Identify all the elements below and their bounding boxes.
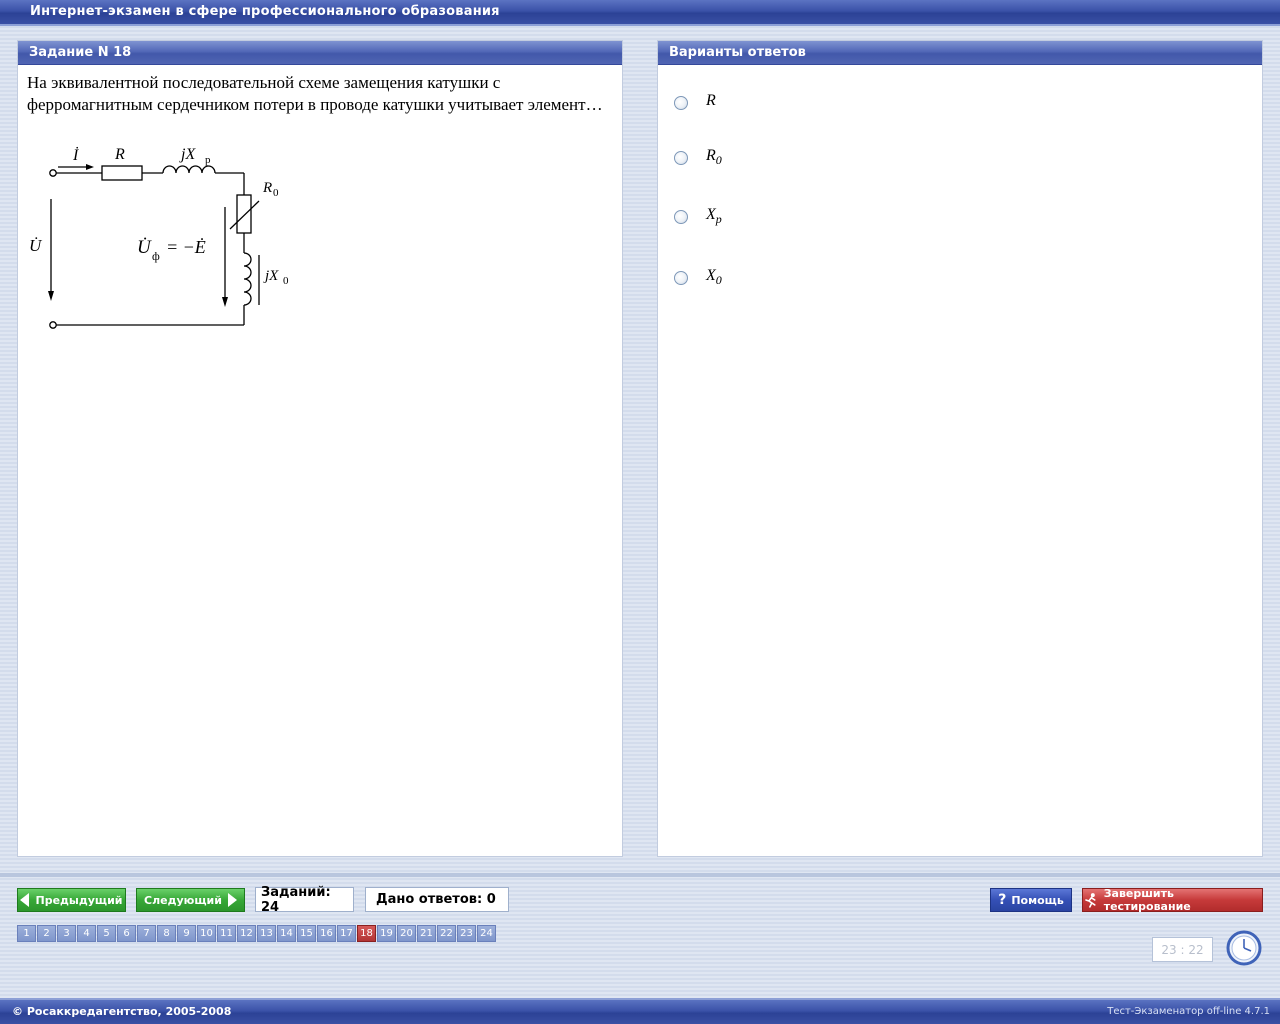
label-uf-rhs: = −Ė — [166, 237, 206, 257]
task-pager: 1 2 3 4 5 6 7 8 9 10 11 12 13 14 15 16 17 18 19 20 21 22 23 24 — [17, 925, 496, 942]
page-button[interactable]: 14 — [277, 925, 296, 942]
version-text: Тест-Экзаменатор off-line 4.7.1 — [1107, 1006, 1270, 1017]
finish-test-button[interactable]: Завершить тестирование — [1082, 887, 1263, 913]
page-button[interactable]: 18 — [357, 925, 376, 942]
answer-option-2[interactable]: R0 — [674, 146, 722, 170]
page-button[interactable]: 20 — [397, 925, 416, 942]
prev-button[interactable]: Предыдущий — [17, 888, 126, 912]
label-uf-sub: ф — [152, 249, 160, 263]
label-jx0-sub: 0 — [283, 275, 289, 287]
page-button[interactable]: 5 — [97, 925, 116, 942]
answer-option-3[interactable]: Xp — [674, 205, 722, 229]
answer-label: R — [706, 92, 716, 110]
answers-header: Варианты ответов — [658, 41, 1262, 65]
arrow-right-icon — [227, 893, 237, 907]
title-bar: Интернет-экзамен в сфере профессионально… — [0, 0, 1280, 26]
label-u: U̇ — [29, 236, 43, 255]
question-mark-icon: ? — [998, 892, 1007, 908]
radio-button[interactable] — [674, 271, 688, 285]
page-button[interactable]: 11 — [217, 925, 236, 942]
page-button[interactable]: 12 — [237, 925, 256, 942]
question-panel: Задание N 18 На эквивалентной последоват… — [17, 40, 623, 857]
answers-given-count: Дано ответов: 0 — [365, 887, 509, 912]
page-button[interactable]: 2 — [37, 925, 56, 942]
arrow-left-icon — [20, 893, 30, 907]
page-button[interactable]: 8 — [157, 925, 176, 942]
page-button[interactable]: 16 — [317, 925, 336, 942]
answer-option-1[interactable]: R — [674, 91, 716, 115]
answer-label: R0 — [706, 147, 722, 168]
page-button[interactable]: 7 — [137, 925, 156, 942]
clock-icon — [1226, 930, 1262, 966]
page-button[interactable]: 3 — [57, 925, 76, 942]
page-button[interactable]: 23 — [457, 925, 476, 942]
label-jx0: jX — [263, 268, 279, 284]
page-button[interactable]: 15 — [297, 925, 316, 942]
tasks-count: Заданий: 24 — [255, 885, 354, 915]
page-button[interactable]: 22 — [437, 925, 456, 942]
footer-bar: © Росаккредагентство, 2005-2008 Тест-Экз… — [0, 998, 1280, 1024]
next-button[interactable]: Следующий — [136, 888, 245, 912]
help-button[interactable]: ? Помощь — [990, 888, 1072, 912]
prev-button-label: Предыдущий — [35, 893, 123, 907]
answer-label: Xp — [706, 206, 722, 227]
page-button[interactable]: 4 — [77, 925, 96, 942]
running-man-icon — [1085, 893, 1096, 908]
label-r: R — [114, 146, 125, 163]
page-button[interactable]: 6 — [117, 925, 136, 942]
label-current: İ — [72, 146, 79, 164]
copyright-text: © Росаккредагентство, 2005-2008 — [12, 1005, 232, 1018]
question-text: На эквивалентной последовательной схеме … — [27, 73, 603, 114]
toolbar-divider — [0, 873, 1280, 877]
timer-display: 23 : 22 — [1152, 937, 1213, 962]
label-r0: R — [262, 180, 272, 196]
page-button[interactable]: 13 — [257, 925, 276, 942]
label-jxp: jX — [179, 146, 196, 163]
window-title: Интернет-экзамен в сфере профессионально… — [30, 4, 500, 19]
page-button[interactable]: 21 — [417, 925, 436, 942]
radio-button[interactable] — [674, 151, 688, 165]
help-button-label: Помощь — [1011, 893, 1064, 907]
label-uf: U̇ — [137, 236, 152, 258]
radio-button[interactable] — [674, 96, 688, 110]
label-jxp-sub: р — [205, 154, 211, 166]
label-r0-sub: 0 — [273, 187, 279, 199]
circuit-diagram: İ R jX р R 0 U̇ U̇ ф = −Ė jX 0 — [29, 146, 289, 329]
answers-panel: Варианты ответов R R0 Xp X0 — [657, 40, 1263, 857]
page-button[interactable]: 24 — [477, 925, 496, 942]
answer-option-4[interactable]: X0 — [674, 266, 722, 290]
answer-label: X0 — [706, 267, 722, 288]
finish-button-label: Завершить тестирование — [1103, 887, 1191, 913]
next-button-label: Следующий — [144, 893, 222, 907]
page-button[interactable]: 17 — [337, 925, 356, 942]
page-button[interactable]: 9 — [177, 925, 196, 942]
page-button[interactable]: 1 — [17, 925, 36, 942]
radio-button[interactable] — [674, 210, 688, 224]
page-button[interactable]: 10 — [197, 925, 216, 942]
question-header: Задание N 18 — [18, 41, 622, 65]
page-button[interactable]: 19 — [377, 925, 396, 942]
